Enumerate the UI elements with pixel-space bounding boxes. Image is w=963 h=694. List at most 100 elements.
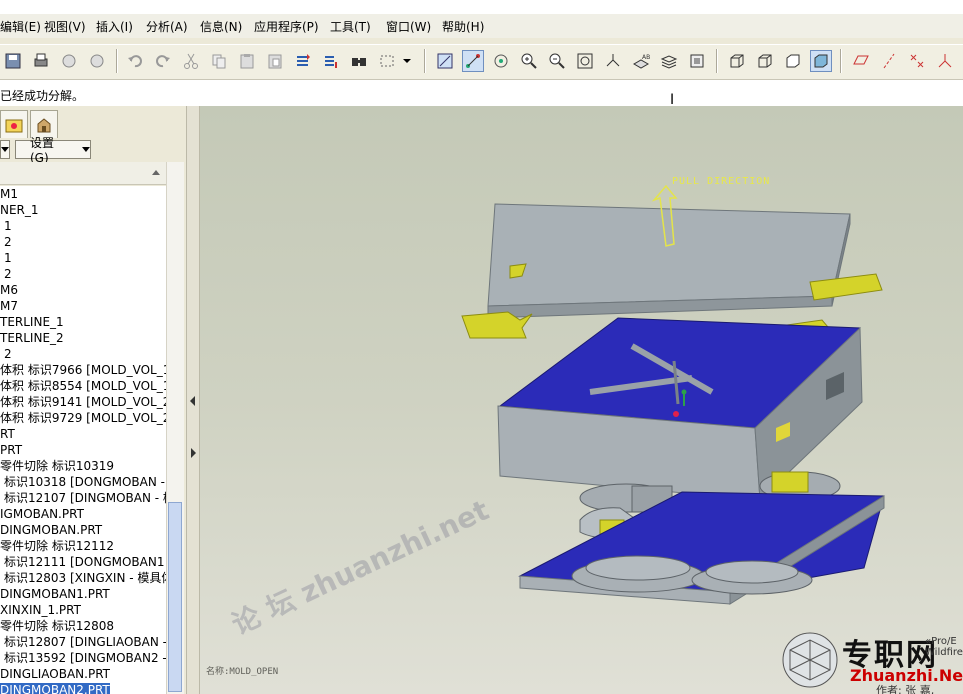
tree-item[interactable]: 标识10318 [DONGMOBAN - 模 <box>4 474 166 490</box>
tree-item[interactable]: 2 <box>4 234 12 250</box>
send-link-icon[interactable] <box>86 50 108 72</box>
model-name-label: 名称:MOLD_OPEN <box>206 667 279 677</box>
hidden-line-icon[interactable] <box>754 50 776 72</box>
tree-item-label: 2 <box>4 267 12 281</box>
graphics-window[interactable]: PULL DIRECTION 名称:MOLD_OPEN 论 坛 zhuanzhi… <box>200 106 963 694</box>
tree-item-label: 2 <box>4 347 12 361</box>
find-icon[interactable] <box>348 50 370 72</box>
tree-item[interactable]: 零件切除 标识12112 <box>0 538 114 554</box>
tree-item[interactable]: NER_1 <box>0 202 39 218</box>
tree-item[interactable]: 体积 标识9141 [MOLD_VOL_2 <box>0 394 166 410</box>
shading-icon[interactable] <box>810 50 832 72</box>
copy-icon[interactable] <box>208 50 230 72</box>
save-icon[interactable] <box>2 50 24 72</box>
message-area: 已经成功分解。 <box>0 80 963 107</box>
tree-item[interactable]: DINGMOBAN.PRT <box>0 522 102 538</box>
tree-item[interactable]: M6 <box>0 282 18 298</box>
menu-bar: 编辑(E) 视图(V) 插入(I) 分析(A) 信息(N) 应用程序(P) 工具… <box>0 14 963 38</box>
menu-tools[interactable]: 工具(T) <box>330 18 371 35</box>
tree-item-label: DINGLIAOBAN.PRT <box>0 667 110 681</box>
view-manager-icon[interactable] <box>686 50 708 72</box>
layers-icon[interactable] <box>658 50 680 72</box>
saved-views-icon[interactable]: AB <box>630 50 652 72</box>
tree-item[interactable]: M1 <box>0 186 18 202</box>
repaint-icon[interactable] <box>434 50 456 72</box>
scrollbar-thumb[interactable] <box>168 502 182 692</box>
settings-label: 设置 (G) <box>30 136 55 165</box>
main-toolbar: AB <box>0 44 963 80</box>
tree-item[interactable]: TERLINE_1 <box>0 314 64 330</box>
redo-icon[interactable] <box>152 50 174 72</box>
cut-icon[interactable] <box>180 50 202 72</box>
datum-axes-icon[interactable] <box>878 50 900 72</box>
tree-scrollbar[interactable] <box>166 162 184 694</box>
menu-view[interactable]: 视图(V) <box>44 18 86 35</box>
tree-item[interactable]: 2 <box>4 346 12 362</box>
tree-item[interactable]: 标识12111 [DONGMOBAN1 - <box>4 554 166 570</box>
tree-item-label: 标识13592 [DINGMOBAN2 - 模 <box>4 651 166 665</box>
tree-item[interactable]: 体积 标识7966 [MOLD_VOL_1 <box>0 362 166 378</box>
refit-icon[interactable] <box>574 50 596 72</box>
tree-item[interactable]: 标识12807 [DINGLIAOBAN - <box>4 634 166 650</box>
paste-special-icon[interactable] <box>264 50 286 72</box>
toolbar-separator <box>840 49 842 73</box>
spin-center-icon[interactable] <box>490 50 512 72</box>
no-hidden-icon[interactable] <box>782 50 804 72</box>
zoom-in-icon[interactable] <box>518 50 540 72</box>
regenerate-icon[interactable] <box>292 50 314 72</box>
tree-item[interactable]: M7 <box>0 298 18 314</box>
reorient-icon[interactable] <box>602 50 624 72</box>
coord-systems-icon[interactable] <box>934 50 956 72</box>
menu-edit[interactable]: 编辑(E) <box>0 18 41 35</box>
tree-item[interactable]: PRT <box>0 442 22 458</box>
orient-mode-icon[interactable] <box>462 50 484 72</box>
regen-manager-icon[interactable] <box>320 50 342 72</box>
tree-item[interactable]: 1 <box>4 250 12 266</box>
menu-info[interactable]: 信息(N) <box>200 18 242 35</box>
undo-icon[interactable] <box>124 50 146 72</box>
selection-box-icon[interactable] <box>376 50 398 72</box>
tree-controls: 设置 (G) <box>0 136 186 165</box>
logo-author: 作者: 张 嘉, <box>876 684 935 694</box>
tree-item[interactable]: 2 <box>4 266 12 282</box>
menu-applications[interactable]: 应用程序(P) <box>254 18 319 35</box>
wireframe-icon[interactable] <box>726 50 748 72</box>
toolbar-separator <box>116 49 118 73</box>
tree-item[interactable]: 标识12803 [XINGXIN - 模具体 <box>4 570 166 586</box>
tree-item[interactable]: 零件切除 标识12808 <box>0 618 114 634</box>
show-dropdown-arrow[interactable] <box>0 140 10 159</box>
toolbar-separator <box>716 49 718 73</box>
tree-item[interactable]: RT <box>0 426 15 442</box>
menu-window[interactable]: 窗口(W) <box>386 18 431 35</box>
site-logo: 专职网 «Pro/E Wildfire Zhuanzhi.Net 作者: 张 嘉… <box>780 626 963 694</box>
expand-right-icon[interactable] <box>189 448 197 458</box>
tree-item[interactable]: 标识12107 [DINGMOBAN - 模 <box>4 490 166 506</box>
settings-dropdown[interactable]: 设置 (G) <box>15 136 91 165</box>
tree-item[interactable]: 体积 标识8554 [MOLD_VOL_1 <box>0 378 166 394</box>
collapse-left-icon[interactable] <box>189 396 197 406</box>
tree-item[interactable]: 零件切除 标识10319 <box>0 458 114 474</box>
tree-item[interactable]: TERLINE_2 <box>0 330 64 346</box>
tree-item[interactable]: DINGLIAOBAN.PRT <box>0 666 110 682</box>
paste-icon[interactable] <box>236 50 258 72</box>
tree-item[interactable]: 体积 标识9729 [MOLD_VOL_2 <box>0 410 166 426</box>
print-icon[interactable] <box>30 50 52 72</box>
tree-item[interactable]: IGMOBAN.PRT <box>0 506 84 522</box>
tree-item-label: 零件切除 标识12808 <box>0 619 114 633</box>
datum-planes-icon[interactable] <box>850 50 872 72</box>
tree-item[interactable]: 1 <box>4 218 12 234</box>
pane-splitter[interactable] <box>186 106 200 694</box>
datum-points-icon[interactable] <box>906 50 928 72</box>
menu-insert[interactable]: 插入(I) <box>96 18 133 35</box>
selection-dropdown-arrow[interactable] <box>400 50 414 72</box>
tree-item[interactable]: 标识13592 [DINGMOBAN2 - 模 <box>4 650 166 666</box>
model-tree[interactable]: M1 NER_1 1 2 1 2 M6 M7 TERLINE_1 TERLINE_2 2 体积 标识7… <box>0 186 166 694</box>
zoom-out-icon[interactable] <box>546 50 568 72</box>
tree-item[interactable]: DINGMOBAN1.PRT <box>0 586 110 602</box>
menu-analysis[interactable]: 分析(A) <box>146 18 188 35</box>
folder-browser-tab-icon[interactable] <box>0 110 28 138</box>
menu-help[interactable]: 帮助(H) <box>442 18 484 35</box>
send-mail-icon[interactable] <box>58 50 80 72</box>
tree-item[interactable]: XINXIN_1.PRT <box>0 602 81 618</box>
tree-item[interactable]: DINGMOBAN2.PRT <box>0 682 110 694</box>
